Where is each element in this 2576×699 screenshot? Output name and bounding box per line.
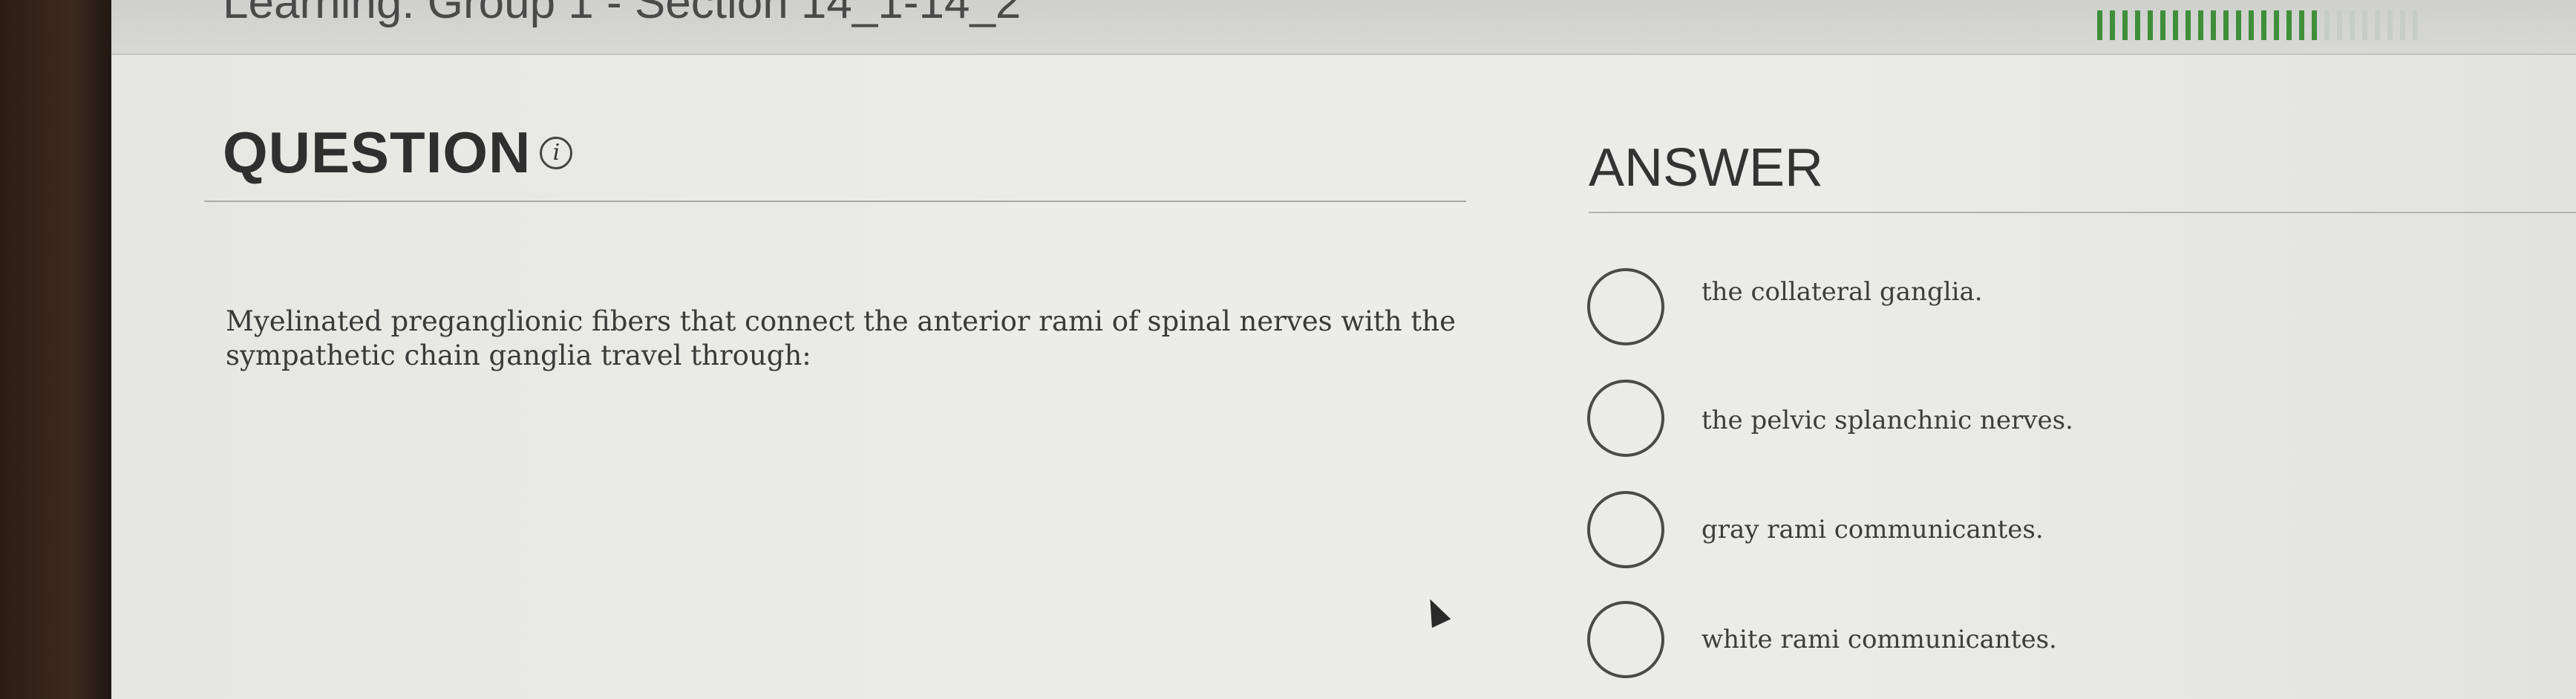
header-bar: Learning: Group 1 - Section 14_1-14_2: [111, 0, 2576, 55]
progress-tick-incomplete: [2324, 10, 2330, 40]
progress-tick-complete: [2160, 10, 2165, 40]
mouse-cursor-icon: [1420, 594, 1451, 628]
answer-option[interactable]: the pelvic splanchnic nerves.: [1587, 377, 2073, 459]
answer-option[interactable]: white rami communicantes.: [1587, 599, 2057, 680]
progress-tick-complete: [2223, 10, 2229, 40]
progress-tick-incomplete: [2413, 10, 2418, 40]
progress-tick-complete: [2211, 10, 2216, 40]
progress-tick-complete: [2249, 10, 2254, 40]
progress-tick-complete: [2274, 10, 2279, 40]
progress-tick-complete: [2097, 10, 2102, 40]
question-heading: QUESTION i: [223, 119, 573, 186]
app-screen: Learning: Group 1 - Section 14_1-14_2 QU…: [111, 0, 2576, 699]
radio-button[interactable]: [1587, 491, 1664, 568]
answer-option[interactable]: the collateral ganglia.: [1587, 266, 1983, 348]
progress-tick-complete: [2312, 10, 2317, 40]
progress-tick-complete: [2135, 10, 2140, 40]
answer-divider: [1589, 212, 2576, 213]
progress-tick-incomplete: [2375, 10, 2380, 40]
question-label: QUESTION: [223, 120, 532, 185]
progress-tick-complete: [2173, 10, 2178, 40]
answer-option-label[interactable]: the collateral ganglia.: [1701, 277, 1983, 307]
progress-tick-complete: [2122, 10, 2128, 40]
progress-tick-incomplete: [2387, 10, 2393, 40]
progress-tick-complete: [2186, 10, 2191, 40]
monitor-bezel: [0, 0, 119, 699]
progress-bar: [2097, 10, 2418, 40]
progress-tick-complete: [2261, 10, 2266, 40]
question-divider: [204, 201, 1466, 202]
progress-tick-complete: [2286, 10, 2292, 40]
progress-tick-incomplete: [2337, 10, 2342, 40]
answer-option-label[interactable]: gray rami communicantes.: [1701, 515, 2044, 544]
question-text: Myelinated preganglionic fibers that con…: [226, 305, 1456, 371]
answer-option-label[interactable]: white rami communicantes.: [1701, 625, 2057, 654]
progress-tick-complete: [2299, 10, 2304, 40]
progress-tick-complete: [2198, 10, 2203, 40]
progress-tick-complete: [2110, 10, 2115, 40]
answer-option-label[interactable]: the pelvic splanchnic nerves.: [1701, 406, 2073, 435]
progress-tick-incomplete: [2400, 10, 2405, 40]
assignment-title: Learning: Group 1 - Section 14_1-14_2: [223, 0, 1021, 28]
progress-tick-incomplete: [2362, 10, 2367, 40]
radio-button[interactable]: [1587, 601, 1664, 678]
answer-option[interactable]: gray rami communicantes.: [1587, 489, 2044, 570]
progress-tick-complete: [2148, 10, 2153, 40]
progress-tick-complete: [2236, 10, 2241, 40]
answer-heading: ANSWER: [1589, 138, 1824, 198]
radio-button[interactable]: [1587, 268, 1664, 345]
radio-button[interactable]: [1587, 380, 1664, 457]
info-icon[interactable]: i: [540, 136, 573, 169]
progress-tick-incomplete: [2350, 10, 2355, 40]
